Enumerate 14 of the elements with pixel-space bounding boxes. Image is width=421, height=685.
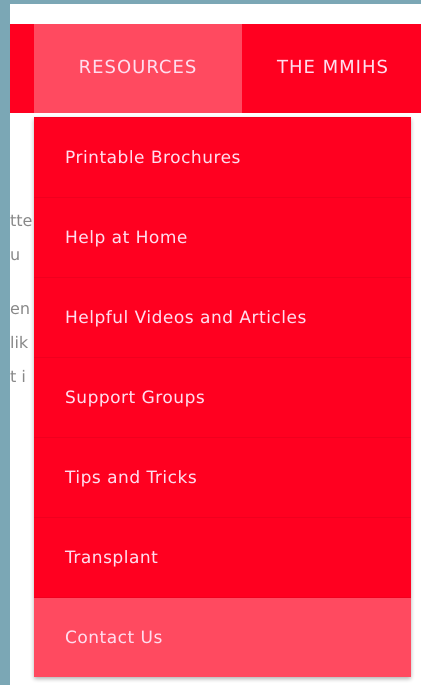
menu-item[interactable]: Printable Brochures bbox=[34, 117, 411, 197]
menu-item[interactable]: Help at Home bbox=[34, 197, 411, 277]
nav-tab[interactable]: RESOURCES bbox=[34, 24, 242, 113]
menu-item[interactable]: Tips and Tricks bbox=[34, 437, 411, 517]
body-text-fragment: tte bbox=[10, 210, 32, 232]
menu-item[interactable]: Helpful Videos and Articles bbox=[34, 277, 411, 357]
body-text-fragment: t i bbox=[10, 366, 26, 388]
menu-item[interactable]: Support Groups bbox=[34, 357, 411, 437]
body-text-fragment: u bbox=[10, 244, 20, 266]
menu-item[interactable]: Contact Us bbox=[34, 597, 411, 677]
nav-tab[interactable]: THE MMIHS bbox=[242, 24, 389, 113]
menu-item[interactable]: Transplant bbox=[34, 517, 411, 597]
body-text-fragment: en bbox=[10, 298, 30, 320]
body-text-fragment: lik bbox=[10, 332, 28, 354]
